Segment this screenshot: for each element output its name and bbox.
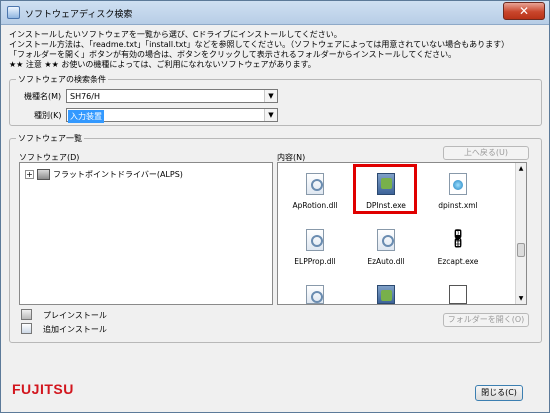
close-window-button[interactable]: ✕ bbox=[503, 2, 545, 20]
device-icon bbox=[37, 169, 50, 180]
instructions: インストールしたいソフトウェアを一覧から選び、Cドライブにインストールしてくださ… bbox=[9, 30, 509, 70]
type-label: 種別(K) bbox=[34, 111, 62, 120]
chevron-down-icon[interactable]: ▼ bbox=[264, 109, 277, 121]
scroll-down-icon[interactable]: ▼ bbox=[516, 293, 526, 304]
dll-file-icon bbox=[306, 229, 324, 251]
window-title: ソフトウェアディスク検索 bbox=[25, 10, 133, 20]
dll-file-icon bbox=[377, 229, 395, 251]
dll-file-icon[interactable] bbox=[306, 285, 324, 304]
additional-install-icon bbox=[21, 323, 32, 334]
file-name: Ezcapt.exe bbox=[437, 257, 479, 266]
file-name: EzAuto.dll bbox=[367, 257, 405, 266]
close-button[interactable]: 閉じる(C) bbox=[475, 385, 523, 401]
instruction-line: インストールしたいソフトウェアを一覧から選び、Cドライブにインストールしてくださ… bbox=[9, 30, 342, 39]
scroll-thumb[interactable] bbox=[517, 243, 525, 257]
package-icon[interactable] bbox=[377, 285, 395, 304]
fujitsu-logo: FUJITSU bbox=[12, 381, 74, 397]
instruction-line: 「フォルダーを開く」ボタンが有効の場合は、ボタンをクリックして表示されるフォルダ… bbox=[9, 50, 457, 59]
dll-file-icon bbox=[306, 173, 324, 195]
preinstall-icon bbox=[21, 309, 32, 320]
file-name: ELPProp.dll bbox=[294, 257, 336, 266]
model-select[interactable]: SH76/H ▼ bbox=[66, 89, 278, 103]
list-item[interactable]: EzAuto.dll bbox=[356, 227, 416, 275]
instruction-line: インストール方法は、「readme.txt」「install.txt」などを参照… bbox=[9, 40, 510, 49]
legend-additional-label: 追加インストール bbox=[43, 325, 107, 334]
open-folder-button[interactable]: フォルダーを開く(O) bbox=[443, 313, 529, 327]
search-conditions-legend: ソフトウェアの検索条件 bbox=[16, 74, 108, 85]
model-value: SH76/H bbox=[70, 92, 100, 101]
xml-file-icon bbox=[449, 173, 467, 195]
expand-icon[interactable]: + bbox=[25, 170, 34, 179]
search-conditions-group: ソフトウェアの検索条件 機種名(M) SH76/H ▼ 種別(K) 入力装置 ▼ bbox=[9, 74, 542, 126]
software-tree: + フラットポイントドライバー(ALPS) bbox=[19, 162, 273, 305]
warning-line: ★★ 注意 ★★ お使いの機種によっては、ご利用になれないソフトウェアがあります… bbox=[9, 60, 316, 69]
legend-preinstall-label: プレインストール bbox=[43, 311, 107, 320]
type-value: 入力装置 bbox=[68, 110, 104, 123]
capture-exe-icon: 🖁 bbox=[453, 230, 463, 250]
title-bar: ソフトウェアディスク検索 ✕ bbox=[1, 1, 549, 25]
chevron-down-icon[interactable]: ▼ bbox=[264, 90, 277, 102]
list-item[interactable]: ELPProp.dll bbox=[285, 227, 345, 275]
software-disk-search-window: ソフトウェアディスク検索 ✕ インストールしたいソフトウェアを一覧から選び、Cド… bbox=[0, 0, 550, 413]
software-list-legend: ソフトウェア一覧 bbox=[16, 133, 84, 144]
file-name: ApRotion.dll bbox=[292, 201, 338, 210]
scroll-up-icon[interactable]: ▲ bbox=[516, 163, 526, 174]
list-item[interactable]: dpinst.xml bbox=[428, 171, 488, 219]
selection-highlight bbox=[353, 164, 417, 214]
list-item[interactable]: ApRotion.dll bbox=[285, 171, 345, 219]
model-label: 機種名(M) bbox=[24, 92, 62, 101]
tree-item-label: フラットポイントドライバー(ALPS) bbox=[53, 170, 183, 179]
type-select[interactable]: 入力装置 ▼ bbox=[66, 108, 278, 123]
app-window-icon[interactable] bbox=[449, 285, 467, 304]
app-icon bbox=[7, 6, 20, 19]
list-item[interactable]: 🖁 Ezcapt.exe bbox=[428, 227, 488, 275]
contents-scrollbar[interactable]: ▲ ▼ bbox=[515, 163, 526, 304]
up-button[interactable]: 上へ戻る(U) bbox=[443, 146, 529, 160]
file-name: dpinst.xml bbox=[438, 201, 478, 210]
